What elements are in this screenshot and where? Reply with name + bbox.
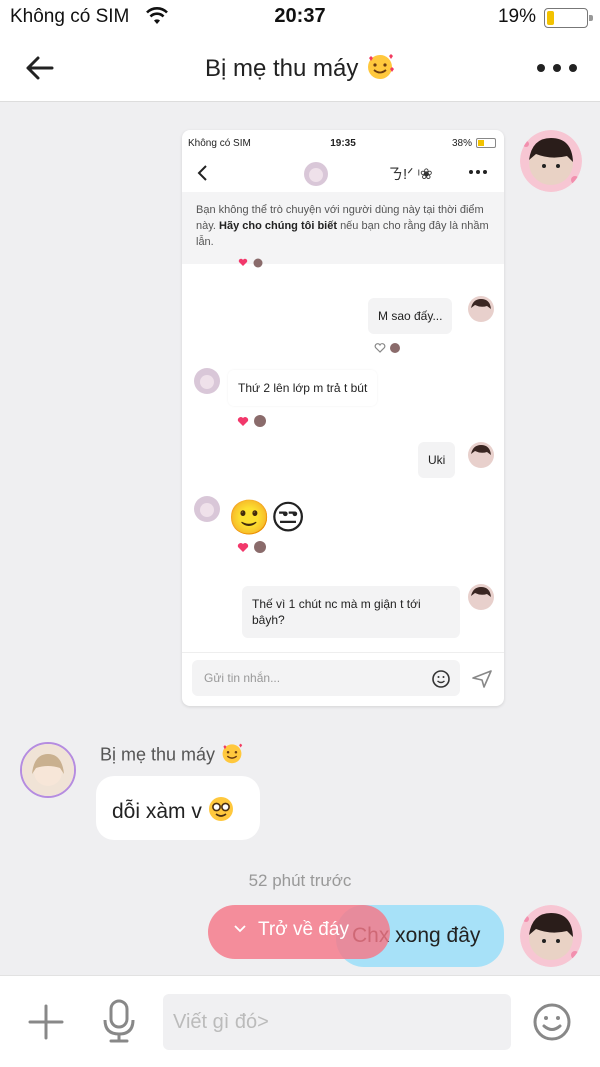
smiley-icon[interactable] (532, 1002, 572, 1042)
shot-status-bar: Không có SIM 19:35 38% (182, 130, 504, 154)
incoming-message-bubble[interactable]: dỗi xàm v (96, 776, 260, 840)
shot-header-name: ㄋ!ᐟ ᶦ❀ (388, 166, 433, 183)
my-avatar[interactable] (520, 130, 582, 192)
sender-avatar[interactable] (20, 742, 76, 798)
shot-avatar-me (468, 442, 494, 468)
shot-header: ㄋ!ᐟ ᶦ❀ (182, 154, 504, 192)
shared-screenshot-image[interactable]: Không có SIM 19:35 38% ㄋ!ᐟ ᶦ❀ Bạn không … (182, 130, 504, 706)
shot-message: 🙂😒 (228, 499, 306, 537)
shot-message: Uki (418, 442, 456, 478)
heart-outline-icon (374, 343, 400, 353)
battery-percent: 19% (497, 6, 536, 27)
incoming-message-text: dỗi xàm v (112, 800, 202, 823)
my-avatar[interactable] (520, 905, 582, 967)
mic-icon[interactable] (100, 998, 138, 1044)
shot-message: M sao đấy... (368, 298, 453, 334)
chat-header: Bị mẹ thu máy (0, 34, 600, 102)
heart-icon (237, 415, 266, 427)
heart-icon (237, 541, 266, 553)
shot-header-avatar (304, 162, 328, 186)
nerd-face-emoji-icon (208, 797, 233, 821)
smiling-hearts-emoji-icon (220, 742, 244, 769)
shot-more-icon (469, 170, 487, 174)
shot-emoji-icon (432, 670, 450, 688)
shot-message: Thế vì 1 chút nc mà m giận t tới bâyh? (242, 586, 460, 638)
jump-to-bottom-button[interactable]: Trở về đáy (208, 905, 390, 959)
shot-avatar-me (468, 584, 494, 610)
jump-to-bottom-label: Trở về đáy (258, 919, 349, 940)
chat-title: Bị mẹ thu máy (0, 52, 600, 87)
shot-avatar-friend (194, 496, 220, 522)
shot-battery-icon (476, 138, 496, 148)
shot-battery-percent: 38% (451, 138, 472, 149)
shot-message: Thứ 2 lên lớp m trả t bút (228, 370, 378, 406)
shot-blocked-notice: Bạn không thể trò chuyện với người dùng … (182, 192, 504, 264)
shot-message-input: Gửi tin nhắn... (192, 660, 460, 696)
smiling-hearts-emoji-icon (365, 52, 395, 87)
heart-icon (238, 258, 263, 268)
chat-title-text: Bị mẹ thu máy (204, 54, 359, 82)
battery-icon (544, 8, 593, 28)
shot-avatar-friend (194, 368, 220, 394)
chevron-down-icon (234, 925, 246, 933)
more-options-button[interactable] (534, 54, 580, 82)
plus-icon[interactable] (26, 1002, 66, 1042)
more-dots-icon (537, 64, 577, 72)
message-input-bar (0, 975, 600, 1067)
send-icon (472, 670, 492, 688)
shot-divider (182, 652, 504, 653)
shot-avatar-me (468, 296, 494, 322)
timestamp: 52 phút trước (248, 871, 352, 890)
status-bar: Không có SIM 20:37 19% (0, 0, 600, 34)
sender-name-text: Bị mẹ thu máy (100, 744, 216, 765)
shot-back-icon (197, 165, 207, 181)
message-input[interactable] (163, 994, 511, 1050)
shot-notice-link: Hãy cho chúng tôi biết (219, 220, 337, 232)
sender-name: Bị mẹ thu máy (100, 742, 244, 769)
